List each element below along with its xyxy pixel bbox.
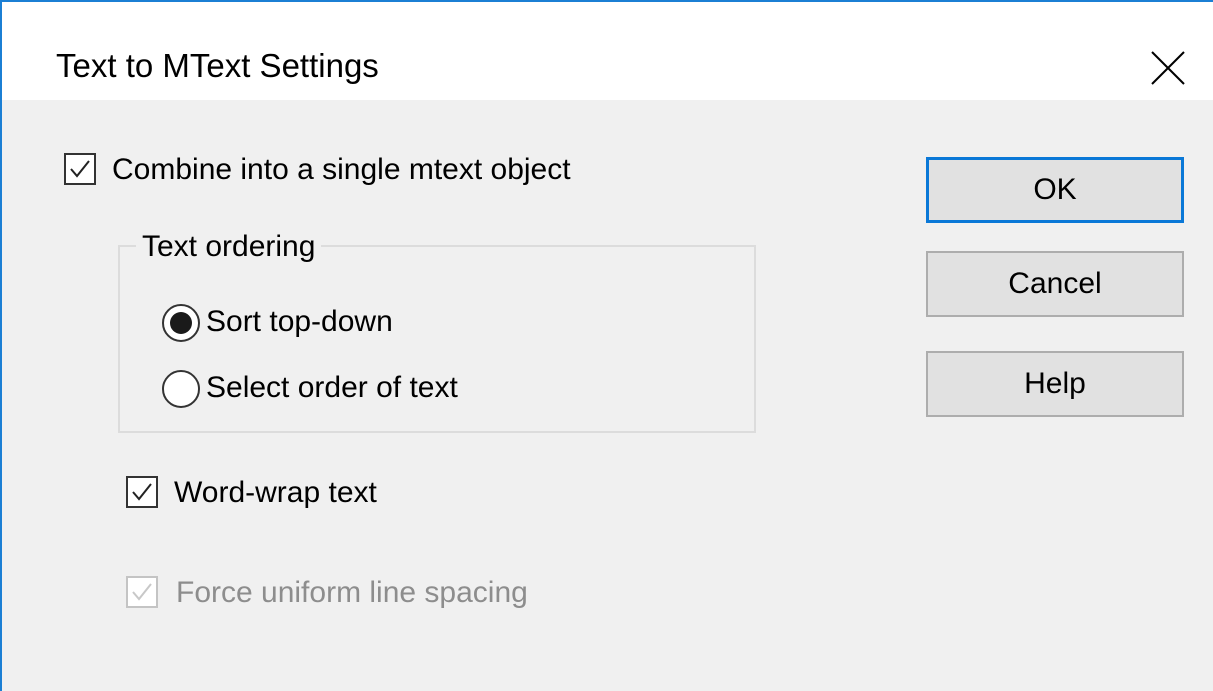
sort-top-down-radio[interactable]	[162, 304, 200, 342]
word-wrap-checkbox[interactable]	[126, 476, 158, 508]
checkmark-icon	[132, 483, 152, 501]
dialog-title: Text to MText Settings	[56, 47, 379, 84]
text-ordering-legend: Text ordering	[136, 229, 322, 265]
help-button[interactable]: Help	[926, 351, 1184, 417]
title-bar: Text to MText Settings	[2, 2, 1213, 100]
checkmark-icon	[132, 583, 152, 601]
ok-button[interactable]: OK	[926, 157, 1184, 223]
sort-top-down-label[interactable]: Sort top-down	[206, 304, 393, 340]
combine-checkbox[interactable]	[64, 153, 96, 185]
select-order-radio[interactable]	[162, 370, 200, 408]
checkmark-icon	[70, 160, 90, 178]
force-uniform-checkbox	[126, 576, 158, 608]
dialog-window: Text to MText Settings Combine into a si…	[0, 0, 1213, 691]
select-order-label[interactable]: Select order of text	[206, 370, 458, 406]
close-button[interactable]	[1148, 48, 1188, 88]
radio-selected-dot	[170, 312, 192, 334]
force-uniform-label: Force uniform line spacing	[176, 576, 528, 609]
word-wrap-label[interactable]: Word-wrap text	[174, 475, 377, 511]
combine-label[interactable]: Combine into a single mtext object	[112, 152, 571, 188]
cancel-button[interactable]: Cancel	[926, 251, 1184, 317]
close-icon	[1151, 51, 1185, 85]
